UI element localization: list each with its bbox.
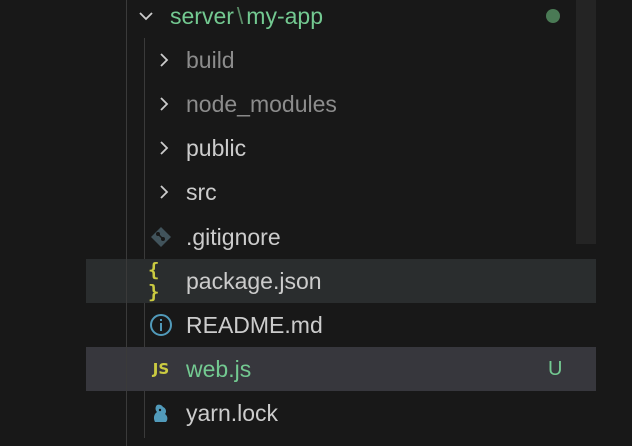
root-folder-row[interactable]: server \ my-app xyxy=(86,0,596,38)
tree-item-readme[interactable]: README.md xyxy=(86,303,596,347)
info-icon xyxy=(148,312,174,338)
tree-item-label: src xyxy=(186,178,217,205)
tree-item-gitignore[interactable]: .gitignore xyxy=(86,215,596,259)
indent-guide xyxy=(126,0,127,446)
tree-item-label: build xyxy=(186,46,235,73)
activity-area xyxy=(0,0,86,446)
chevron-right-icon xyxy=(154,94,174,114)
chevron-right-icon xyxy=(154,50,174,70)
git-icon xyxy=(148,224,174,250)
tree-item-node-modules[interactable]: node_modules xyxy=(86,82,596,126)
panel-edge xyxy=(596,0,632,446)
js-icon: JS xyxy=(152,360,170,378)
git-status-badge: U xyxy=(548,357,563,380)
root-folder-label: server \ my-app xyxy=(170,2,323,29)
tree-item-label: yarn.lock xyxy=(186,399,279,426)
chevron-right-icon xyxy=(154,182,174,202)
tree-item-label: public xyxy=(186,134,247,161)
tree-item-label: .gitignore xyxy=(186,223,281,250)
editor-window: server \ my-app build node_modules public xyxy=(0,0,632,446)
tree-item-web-js[interactable]: JS web.js U xyxy=(86,347,596,391)
chevron-right-icon xyxy=(154,138,174,158)
modified-dot-icon xyxy=(546,9,560,23)
tree-item-public[interactable]: public xyxy=(86,126,596,170)
tree-item-label: web.js xyxy=(186,355,252,382)
tree-item-label: README.md xyxy=(186,311,323,338)
tree-item-label: node_modules xyxy=(186,90,337,117)
tree-item-yarn-lock[interactable]: yarn.lock xyxy=(86,391,596,435)
tree-item-src[interactable]: src xyxy=(86,170,596,214)
scrollbar[interactable] xyxy=(576,0,596,244)
yarn-icon xyxy=(148,400,174,426)
json-icon: { } xyxy=(148,259,161,303)
tree-item-label: package.json xyxy=(186,267,322,294)
file-explorer: server \ my-app build node_modules public xyxy=(86,0,596,446)
tree-item-package-json[interactable]: { } package.json xyxy=(86,259,596,303)
chevron-down-icon xyxy=(136,6,156,26)
tree-item-build[interactable]: build xyxy=(86,38,596,82)
